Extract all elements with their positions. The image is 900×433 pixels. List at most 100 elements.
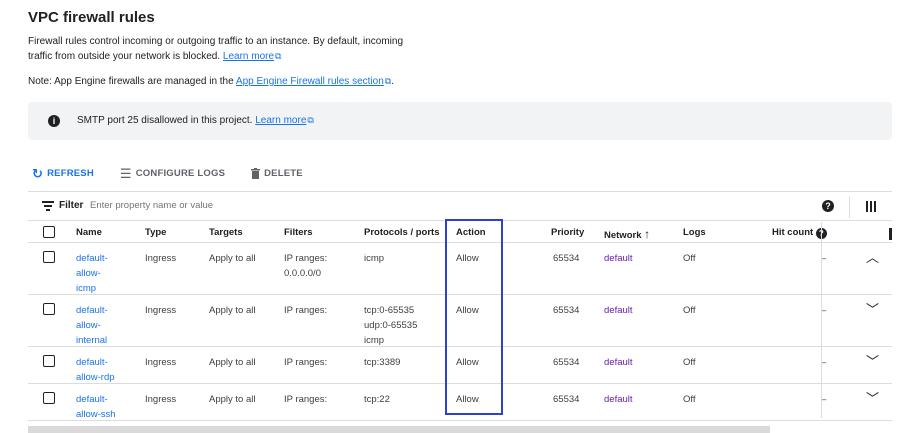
targets-cell: Apply to all <box>209 305 256 316</box>
logs-cell: Off <box>683 253 696 264</box>
type-cell: Ingress <box>145 305 177 316</box>
header-type[interactable]: Type <box>145 227 166 238</box>
banner-text: SMTP port 25 disallowed in this project. <box>77 115 253 126</box>
network-link[interactable]: default <box>604 305 633 316</box>
configure-logs-label: CONFIGURE LOGS <box>135 167 226 179</box>
protocols-cell: icmp <box>364 253 385 264</box>
header-name[interactable]: Name <box>76 227 102 238</box>
rule-name-link[interactable]: internal <box>76 335 107 346</box>
refresh-label: REFRESH <box>47 167 94 179</box>
help-icon[interactable]: ? <box>822 200 834 212</box>
priority-cell: 65534 <box>553 253 580 264</box>
row-checkbox[interactable] <box>43 251 55 263</box>
page-description: Firewall rules control incoming or outgo… <box>28 34 418 64</box>
targets-cell: Apply to all <box>209 357 256 368</box>
vertical-scrollbar[interactable] <box>889 228 892 240</box>
header-filters[interactable]: Filters <box>284 227 313 238</box>
filter-label: Filter <box>59 200 84 211</box>
external-link-icon: ⧉ <box>275 51 282 61</box>
refresh-button[interactable]: ↻ REFRESH <box>32 167 94 180</box>
protocol-value: tcp:0-65535 <box>364 305 415 316</box>
network-cell: default <box>604 355 633 370</box>
divider <box>849 196 850 218</box>
protocols-cell: tcp:0-65535 udp:0-65535 icmp <box>364 303 417 348</box>
column-display-icon[interactable] <box>866 201 876 212</box>
note-suffix: . <box>391 76 394 87</box>
action-column-highlight <box>445 219 503 415</box>
header-priority[interactable]: Priority <box>551 227 584 238</box>
note-prefix: Note: App Engine firewalls are managed i… <box>28 76 234 87</box>
header-logs[interactable]: Logs <box>683 227 706 238</box>
network-link[interactable]: default <box>604 357 633 368</box>
header-hit-count[interactable]: Hit count ? <box>772 227 827 239</box>
rule-name-cell: default-allow-rdp <box>76 355 115 385</box>
network-cell: default <box>604 251 633 266</box>
delete-label: DELETE <box>264 167 303 179</box>
rule-name-link[interactable]: allow-rdp <box>76 372 115 383</box>
chevron-down-icon[interactable]: ﹀ <box>866 299 879 318</box>
filters-cell: IP ranges: <box>284 394 328 405</box>
header-network[interactable]: Network ↑ <box>604 227 650 241</box>
external-link-icon: ⧉ <box>307 115 314 125</box>
targets-cell: Apply to all <box>209 253 256 264</box>
app-engine-firewall-link[interactable]: App Engine Firewall rules section <box>236 76 384 87</box>
filter-input[interactable] <box>90 200 390 211</box>
type-cell: Ingress <box>145 253 177 264</box>
trash-icon <box>251 167 261 179</box>
chevron-down-icon[interactable]: ﹀ <box>866 388 879 407</box>
refresh-icon: ↻ <box>32 165 44 181</box>
learn-more-link[interactable]: Learn more <box>223 51 274 62</box>
filters-label: IP ranges: <box>284 253 328 264</box>
rule-name-link[interactable]: allow- <box>76 268 101 279</box>
delete-button[interactable]: DELETE <box>251 167 303 179</box>
description-text: Firewall rules control incoming or outgo… <box>28 36 404 62</box>
row-checkbox[interactable] <box>43 392 55 404</box>
network-link[interactable]: default <box>604 253 633 264</box>
targets-cell: Apply to all <box>209 394 256 405</box>
arrow-up-icon: ↑ <box>644 227 651 241</box>
toolbar: ↻ REFRESH ☰ CONFIGURE LOGS DELETE <box>32 165 329 181</box>
configure-logs-button[interactable]: ☰ CONFIGURE LOGS <box>120 167 225 180</box>
network-cell: default <box>604 303 633 318</box>
rule-name-link[interactable]: allow-ssh <box>76 409 116 420</box>
info-icon: i <box>48 115 60 127</box>
header-targets[interactable]: Targets <box>209 227 243 238</box>
chevron-down-icon[interactable]: ﹀ <box>866 351 879 370</box>
rule-name-link[interactable]: default- <box>76 305 108 316</box>
rule-name-link[interactable]: icmp <box>76 283 96 294</box>
rule-name-link[interactable]: allow- <box>76 320 101 331</box>
expand-column-divider <box>821 222 822 418</box>
row-checkbox[interactable] <box>43 355 55 367</box>
list-icon: ☰ <box>119 165 132 181</box>
row-checkbox[interactable] <box>43 303 55 315</box>
rule-name-cell: default-allow-internal <box>76 303 108 348</box>
rule-name-link[interactable]: default- <box>76 253 108 264</box>
filters-cell: IP ranges: <box>284 357 328 368</box>
network-link[interactable]: default <box>604 394 633 405</box>
filter-bar: Filter ? <box>28 191 892 221</box>
logs-cell: Off <box>683 305 696 316</box>
select-all-checkbox[interactable] <box>43 226 55 238</box>
priority-cell: 65534 <box>553 305 580 316</box>
filters-value: 0.0.0.0/0 <box>284 268 321 279</box>
priority-cell: 65534 <box>553 394 580 405</box>
logs-cell: Off <box>683 394 696 405</box>
type-cell: Ingress <box>145 394 177 405</box>
chevron-up-icon[interactable]: ︿ <box>866 247 879 266</box>
protocols-cell: tcp:22 <box>364 394 390 405</box>
protocol-value: udp:0-65535 <box>364 320 418 331</box>
protocols-cell: tcp:3389 <box>364 357 401 368</box>
rule-name-cell: default-allow-ssh <box>76 392 116 422</box>
rule-name-link[interactable]: default- <box>76 394 108 405</box>
smtp-banner: i SMTP port 25 disallowed in this projec… <box>28 102 892 140</box>
header-protocols[interactable]: Protocols / ports <box>364 227 439 238</box>
filters-cell: IP ranges: 0.0.0.0/0 <box>284 251 327 281</box>
app-engine-note: Note: App Engine firewalls are managed i… <box>28 76 394 87</box>
page-title: VPC firewall rules <box>28 9 155 26</box>
rule-name-link[interactable]: default- <box>76 357 108 368</box>
horizontal-scrollbar[interactable] <box>28 426 770 433</box>
banner-learn-more-link[interactable]: Learn more <box>255 115 306 126</box>
network-cell: default <box>604 392 633 407</box>
rule-name-cell: default-allow-icmp <box>76 251 108 296</box>
banner-text-wrap: SMTP port 25 disallowed in this project.… <box>77 115 314 126</box>
